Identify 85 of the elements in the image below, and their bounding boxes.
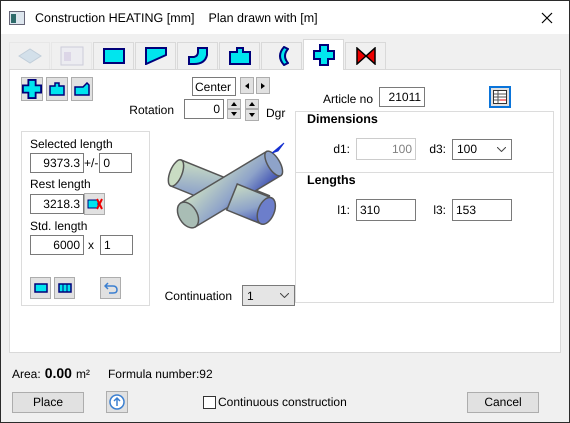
article-label: Article no [323,91,374,106]
cross-button[interactable] [21,77,43,101]
right-arrow-icon [261,82,265,88]
cut-button[interactable] [84,193,105,215]
cross-icon [312,44,334,66]
std-length-field[interactable]: 6000 [30,235,84,255]
branch-button[interactable] [71,77,93,101]
count-field[interactable]: 1 [100,235,133,255]
up-arrow-icon [249,102,255,106]
up-arrow-icon [231,102,237,106]
right-arrow-button[interactable] [256,77,270,94]
info-button[interactable] [106,391,128,413]
rest-length-field[interactable]: 3218.3 [30,194,84,214]
tee-icon [228,47,250,65]
up-circle-icon [109,394,125,410]
cut-pipe-icon [86,198,102,210]
cancel-button[interactable]: Cancel [467,392,539,412]
cross-icon [22,78,42,100]
dimension-label: d3: [428,142,447,156]
undo-icon [104,282,118,294]
window-title: Construction HEATING [mm] [35,10,195,24]
article-field[interactable]: 21011 [379,87,426,107]
degree-unit: Dgr [266,105,286,120]
duct-icon [102,48,124,64]
down-arrow-icon [249,113,255,117]
tolerance-field[interactable]: 0 [99,153,132,173]
std-length-label: Std. length [30,219,88,233]
form-icon [60,46,84,66]
tab[interactable] [303,39,344,70]
table-icon [493,90,508,104]
dimension-select[interactable]: 100 [452,138,512,160]
tab[interactable] [93,42,134,70]
dimension-field[interactable]: 153 [452,199,512,221]
down-arrow-button[interactable] [245,109,259,121]
dropdown-icon [280,293,289,298]
times-sign: x [87,238,95,252]
app-icon [9,10,25,24]
reducer-icon [144,47,166,65]
pipe-icon [34,283,48,293]
pipe-button[interactable] [30,277,51,299]
rotation-label: Rotation [128,102,175,117]
continuation-label: Continuation [164,288,232,302]
dropdown-icon [497,146,506,152]
table-button[interactable] [489,86,512,108]
down-arrow-button[interactable] [227,109,241,119]
segmented-pipe-button[interactable] [54,277,75,299]
area-value: 0.00 [44,365,72,381]
tab[interactable] [345,42,386,70]
close-icon [541,12,553,24]
segmented-pipe-icon [58,283,72,293]
rest-length-label: Rest length [30,177,92,191]
place-button[interactable]: Place [12,392,84,412]
dimension-label: l3: [432,203,447,217]
rotation-field[interactable]: 0 [184,99,224,119]
position-field[interactable]: Center [192,77,236,96]
dimension-label: d1: [332,142,351,156]
dimension-field[interactable]: 310 [356,199,416,221]
bend-icon [188,47,208,65]
valve-icon [356,47,376,65]
tab[interactable] [219,42,260,70]
undo-button[interactable] [100,277,121,299]
tab[interactable] [261,42,302,70]
tee-button[interactable] [46,77,68,101]
selected-length-field[interactable]: 9373.3 [30,153,84,173]
area-label: Area: [12,367,41,381]
area-unit: m² [76,367,90,381]
tolerance-sign: +/- [84,156,98,170]
continuation-select[interactable]: 1 [242,285,295,306]
section-title: Lengths [305,173,358,187]
plan-unit-label: Plan drawn with [m] [208,10,318,24]
selected-length-label: Selected length [30,137,114,151]
section-title: Dimensions [305,112,380,126]
tab[interactable] [135,42,176,70]
up-arrow-button[interactable] [227,99,241,109]
up-arrow-button[interactable] [245,99,259,109]
layers-icon [16,46,42,66]
branch-icon [74,82,90,96]
left-arrow-icon [245,82,249,88]
tee-icon [49,82,65,96]
down-arrow-icon [231,112,237,116]
dimension-label: l1: [336,203,351,217]
continuous-checkbox[interactable]: Continuous construction [203,395,347,409]
tab[interactable] [177,42,218,70]
left-arrow-button[interactable] [240,77,254,94]
formula-number: Formula number:92 [108,367,213,381]
